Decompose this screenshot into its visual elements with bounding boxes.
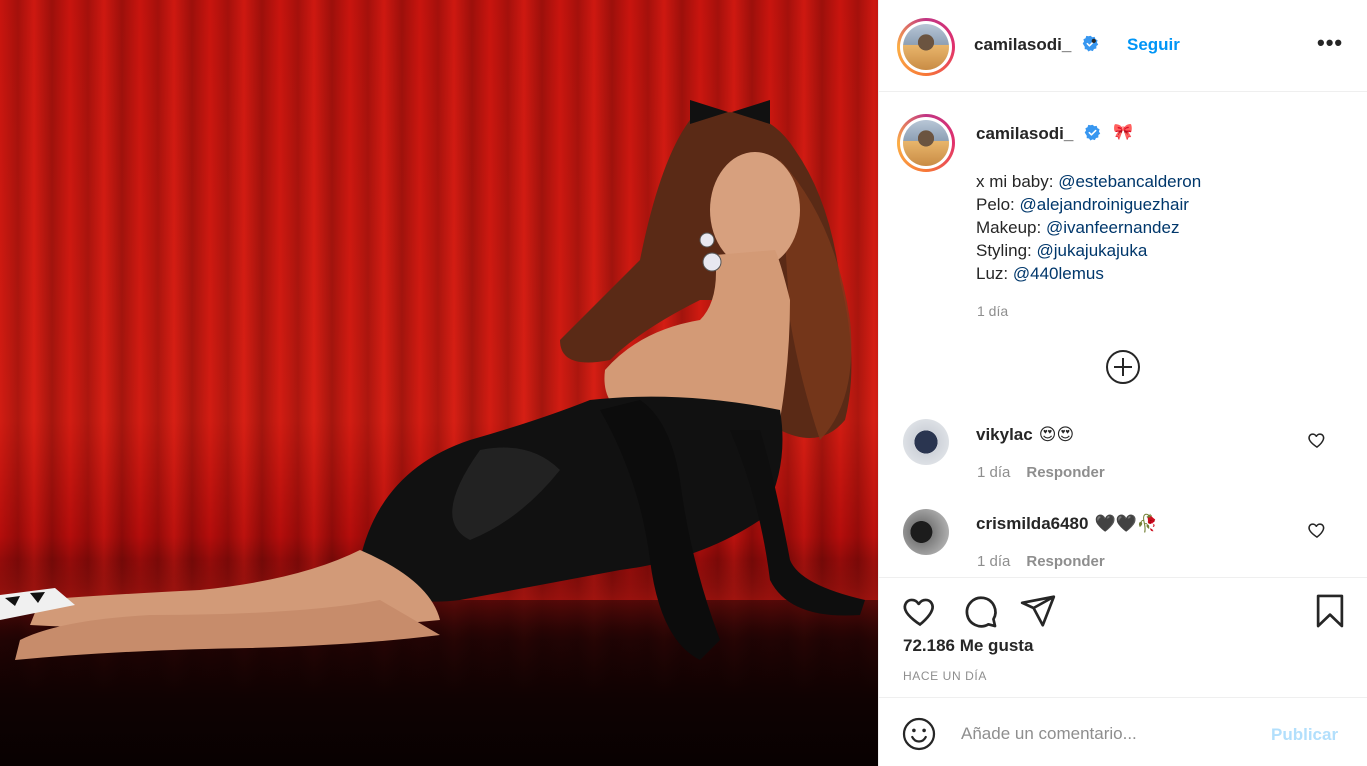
post-side-panel: camilasodi_ • Seguir ••• camilasodi_ 🎀 x… [878,0,1367,766]
follow-button[interactable]: Seguir [1127,35,1180,55]
like-count[interactable]: 72.186 Me gusta [903,636,1033,656]
smiley-icon[interactable] [901,716,937,752]
comment-item: crismilda6480 🖤🖤🥀 [976,514,1158,534]
comment-text: 😍😍 [1038,425,1075,444]
caption-line-label: Styling: [976,241,1037,260]
comment-meta: 1 día Responder [977,553,1105,570]
comment-timestamp[interactable]: 1 día [977,553,1010,570]
post-timestamp[interactable]: HACE UN DÍA [903,669,987,683]
verified-badge-icon [1084,124,1101,141]
commenter-username[interactable]: vikylac [976,425,1033,444]
commenter-username[interactable]: crismilda6480 [976,514,1088,533]
author-avatar[interactable] [897,18,955,76]
comment-bubble-icon[interactable] [961,592,999,630]
plus-circle-icon[interactable] [1106,350,1140,384]
caption-username[interactable]: camilasodi_ [976,124,1101,144]
author-username-text[interactable]: camilasodi_ [974,35,1071,54]
comment-form: Publicar [879,697,1367,766]
commenter-avatar[interactable] [903,509,949,555]
caption-emoji: 🎀 [1113,124,1133,141]
caption-line-label: x mi baby: [976,172,1059,191]
post-header: camilasodi_ • Seguir ••• [879,0,1367,92]
heart-icon[interactable] [901,592,939,630]
caption-line: x mi baby: @estebancalderon [976,170,1201,193]
mention-link[interactable]: @440lemus [1013,264,1104,283]
header-separator: • [1091,33,1097,50]
more-options-icon[interactable]: ••• [1317,30,1343,56]
mention-link[interactable]: @estebancalderon [1058,172,1201,191]
reply-button[interactable]: Responder [1026,553,1104,570]
heart-icon[interactable] [1307,430,1327,450]
caption-line: Makeup: @ivanfeernandez [976,216,1201,239]
heart-icon[interactable] [1307,520,1327,540]
mention-link[interactable]: @alejandroiniguezhair [1019,195,1188,214]
caption-line-label: Pelo: [976,195,1020,214]
author-username[interactable]: camilasodi_ [974,35,1099,55]
post-actions: 72.186 Me gusta HACE UN DÍA [879,577,1367,697]
comment-meta: 1 día Responder [977,464,1105,481]
paper-plane-icon[interactable] [1019,592,1057,630]
post-photo[interactable] [0,0,878,766]
caption-author-avatar[interactable] [897,114,955,172]
mention-link[interactable]: @ivanfeernandez [1046,218,1180,237]
comment-input[interactable] [961,718,1251,750]
caption-line: Styling: @jukajukajuka [976,239,1201,262]
comment-text: 🖤🖤🥀 [1094,514,1158,533]
caption-line: Luz: @440lemus [976,262,1201,285]
comment-item: vikylac 😍😍 [976,425,1074,445]
commenter-avatar[interactable] [903,419,949,465]
caption-line-label: Luz: [976,264,1013,283]
caption-timestamp[interactable]: 1 día [977,303,1008,319]
reply-button[interactable]: Responder [1026,464,1104,481]
caption-line-label: Makeup: [976,218,1046,237]
bookmark-icon[interactable] [1311,592,1349,630]
publish-button[interactable]: Publicar [1271,725,1338,745]
mention-link[interactable]: @jukajukajuka [1036,241,1147,260]
caption-line: Pelo: @alejandroiniguezhair [976,193,1201,216]
caption-text: x mi baby: @estebancalderon Pelo: @aleja… [976,170,1201,285]
comment-timestamp[interactable]: 1 día [977,464,1010,481]
caption-username-text[interactable]: camilasodi_ [976,124,1073,143]
model-figure [0,100,865,660]
